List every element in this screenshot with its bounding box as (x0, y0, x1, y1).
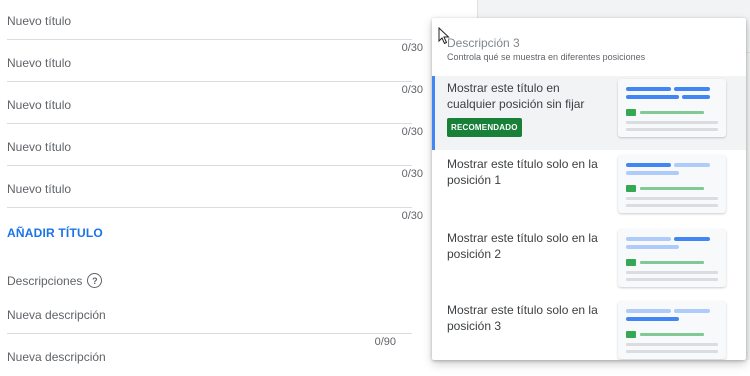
pin-option-unpinned[interactable]: Mostrar este título en cualquier posició… (432, 76, 746, 150)
field-underline (7, 81, 412, 82)
option-label: Mostrar este título solo en la posición … (447, 157, 598, 187)
field-underline (7, 333, 412, 334)
option-label: Mostrar este título en cualquier posició… (447, 81, 585, 111)
description-line (626, 197, 718, 200)
field-underline (7, 123, 412, 124)
url-line (640, 261, 704, 264)
ad-preview-thumbnail (618, 155, 726, 213)
headline-bar (626, 87, 671, 91)
headline-bar (626, 317, 679, 321)
headline-bar (626, 95, 679, 99)
menu-subtitle: Controla qué se muestra en diferentes po… (447, 52, 646, 62)
headline-bar (682, 95, 710, 99)
field-underline (7, 39, 412, 40)
pin-position-menu: Descripción 3 Controla qué se muestra en… (432, 18, 746, 360)
menu-title: Descripción 3 (447, 36, 520, 50)
mouse-pointer-icon (438, 27, 450, 45)
ad-preview-thumbnail (618, 229, 726, 287)
ad-preview-thumbnail (618, 79, 726, 137)
headline-bar (626, 163, 671, 167)
url-line (640, 187, 704, 190)
headline-bar (626, 237, 671, 241)
headline-field-3[interactable]: Nuevo título (7, 86, 412, 124)
description-line (626, 204, 718, 207)
headline-bar (674, 163, 710, 167)
headline-placeholder: Nuevo título (7, 56, 72, 70)
ad-preview-thumbnail (618, 301, 726, 359)
help-circle-icon[interactable]: ? (87, 273, 103, 288)
headline-bar (674, 237, 710, 241)
description-field-1[interactable]: Nueva descripción (7, 296, 412, 334)
descriptions-label: Descripciones (7, 273, 83, 288)
ad-form: Nuevo título 0/30 Nuevo título 0/30 Nuev… (0, 0, 432, 364)
descriptions-heading: Descripciones ? (7, 273, 103, 288)
menu-header: Descripción 3 Controla qué se muestra en… (432, 18, 746, 77)
ad-label-icon (626, 331, 636, 338)
pin-option-position-1[interactable]: Mostrar este título solo en la posición … (432, 152, 746, 224)
headline-bar (674, 309, 710, 313)
description-line (626, 350, 718, 353)
headline-field-4[interactable]: Nuevo título (7, 128, 412, 166)
headline-bar (626, 309, 671, 313)
headline-bar (626, 245, 679, 249)
description-line (626, 343, 718, 346)
description-placeholder: Nueva descripción (7, 308, 106, 322)
option-label: Mostrar este título solo en la posición … (447, 303, 598, 333)
headline-placeholder: Nuevo título (7, 140, 72, 154)
field-underline (7, 207, 412, 208)
headline-field-5[interactable]: Nuevo título (7, 170, 412, 208)
url-line (640, 333, 704, 336)
pin-option-position-3[interactable]: Mostrar este título solo en la posición … (432, 298, 746, 360)
description-line (626, 128, 718, 131)
description-line (626, 271, 718, 274)
description-field-2[interactable]: Nueva descripción (7, 338, 412, 376)
headline-bar (626, 171, 679, 175)
headline-bar (674, 87, 710, 91)
field-underline (7, 165, 412, 166)
headline-field-2[interactable]: Nuevo título (7, 44, 412, 82)
char-counter: 0/30 (401, 210, 423, 222)
headline-placeholder: Nuevo título (7, 182, 72, 196)
add-headline-button[interactable]: AÑADIR TÍTULO (7, 226, 103, 240)
pin-option-position-2[interactable]: Mostrar este título solo en la posición … (432, 226, 746, 298)
description-placeholder: Nueva descripción (7, 350, 106, 364)
option-label: Mostrar este título solo en la posición … (447, 231, 598, 261)
headline-field-1[interactable]: Nuevo título (7, 2, 412, 40)
ad-label-icon (626, 109, 636, 116)
ad-label-icon (626, 185, 636, 192)
recommended-badge: RECOMENDADO (447, 118, 522, 137)
headline-placeholder: Nuevo título (7, 98, 72, 112)
ad-label-icon (626, 259, 636, 266)
url-line (640, 111, 704, 114)
description-line (626, 278, 718, 281)
description-line (626, 121, 718, 124)
headline-placeholder: Nuevo título (7, 14, 72, 28)
